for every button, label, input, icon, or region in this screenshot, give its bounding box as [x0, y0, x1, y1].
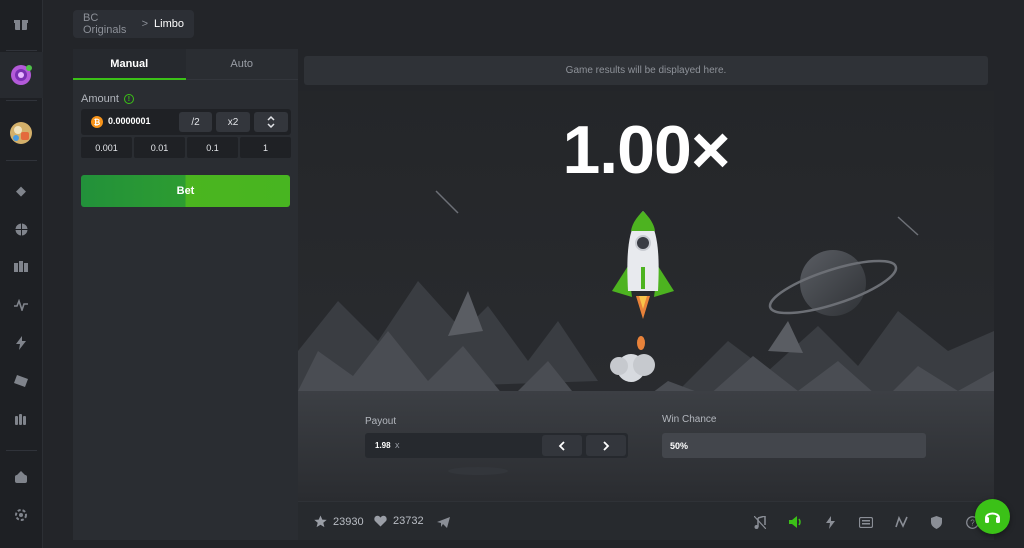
piggy-bank-icon[interactable]: [12, 468, 30, 486]
likes-value: 23732: [393, 515, 424, 527]
tab-manual[interactable]: Manual: [73, 49, 186, 80]
headset-icon: [985, 512, 1000, 523]
game-results-bar: Game results will be displayed here.: [304, 56, 988, 85]
heart-icon: [374, 515, 387, 527]
volume-icon[interactable]: [787, 514, 803, 530]
breadcrumb: BC Originals > Limbo: [73, 10, 194, 38]
basketball-icon[interactable]: [12, 220, 30, 238]
support-chat-button[interactable]: [975, 499, 1010, 534]
payout-label: Payout: [365, 416, 397, 427]
spin-icon[interactable]: [9, 63, 33, 87]
payout-input-box: 1.98 x: [365, 433, 628, 458]
bet-panel: Manual Auto Amount ! ₿ 0.0000001 /2 x2 0…: [73, 49, 298, 540]
shield-icon[interactable]: [928, 514, 944, 530]
gift-icon[interactable]: [12, 15, 30, 33]
pulse-icon[interactable]: [12, 296, 30, 314]
bet-mode-tabs: Manual Auto: [73, 49, 298, 80]
sidebar-rail: ◆: [0, 0, 43, 548]
chevron-left-icon: [558, 440, 565, 451]
amount-label-row: Amount !: [81, 93, 134, 105]
favorites-count[interactable]: 23930: [314, 515, 364, 528]
chevron-right-icon: [603, 440, 610, 451]
amount-label: Amount: [81, 93, 119, 105]
settings-icon[interactable]: [12, 506, 30, 524]
half-button[interactable]: /2: [179, 112, 212, 132]
double-button[interactable]: x2: [216, 112, 250, 132]
quick-amount-row: 0.001 0.01 0.1 1: [81, 137, 291, 158]
amount-range-button[interactable]: [254, 112, 288, 132]
casino-icon[interactable]: [12, 258, 30, 276]
bonus-icon[interactable]: [8, 120, 34, 146]
breadcrumb-parent[interactable]: BC Originals: [83, 12, 136, 36]
payout-increase-button[interactable]: [586, 435, 626, 456]
stars-count: 23930: [333, 515, 364, 528]
win-chance-box: 50%: [662, 433, 926, 458]
svg-text:?: ?: [970, 518, 975, 527]
chevron-up-down-icon: [267, 115, 275, 129]
hand-icon[interactable]: [12, 410, 30, 428]
amount-input[interactable]: 0.0000001: [108, 116, 151, 126]
likes-count[interactable]: 23732: [374, 515, 424, 527]
payout-input[interactable]: 1.98: [375, 441, 391, 450]
lightning-icon[interactable]: [12, 334, 30, 352]
amount-input-row: ₿ 0.0000001 /2 x2: [81, 109, 291, 135]
win-chance-label: Win Chance: [662, 414, 717, 425]
game-area: Game results will be displayed here. 1.0…: [298, 49, 994, 540]
quick-amount-button[interactable]: 0.001: [81, 137, 132, 158]
info-icon[interactable]: !: [123, 94, 134, 104]
game-footer: 23930 23732 ?: [298, 501, 994, 540]
diamond-icon[interactable]: ◆: [12, 182, 30, 200]
music-icon[interactable]: [752, 514, 768, 530]
payout-suffix: x: [395, 440, 400, 450]
payout-decrease-button[interactable]: [542, 435, 582, 456]
breadcrumb-current: Limbo: [154, 18, 184, 30]
tab-auto[interactable]: Auto: [186, 49, 299, 79]
breadcrumb-separator: >: [141, 18, 149, 30]
bet-button[interactable]: Bet: [81, 175, 290, 207]
share-telegram-icon[interactable]: [435, 514, 451, 530]
quick-amount-button[interactable]: 0.01: [134, 137, 185, 158]
quick-amount-button[interactable]: 0.1: [187, 137, 238, 158]
lightning-icon[interactable]: [822, 514, 838, 530]
star-icon: [314, 515, 327, 528]
keyboard-icon[interactable]: [858, 514, 874, 530]
chart-icon[interactable]: [893, 514, 909, 530]
quick-amount-button[interactable]: 1: [240, 137, 291, 158]
win-chance-input[interactable]: 50%: [670, 441, 688, 451]
bitcoin-icon: ₿: [91, 116, 103, 128]
ticket-icon[interactable]: [12, 372, 30, 390]
result-multiplier: 1.00×: [562, 112, 730, 188]
